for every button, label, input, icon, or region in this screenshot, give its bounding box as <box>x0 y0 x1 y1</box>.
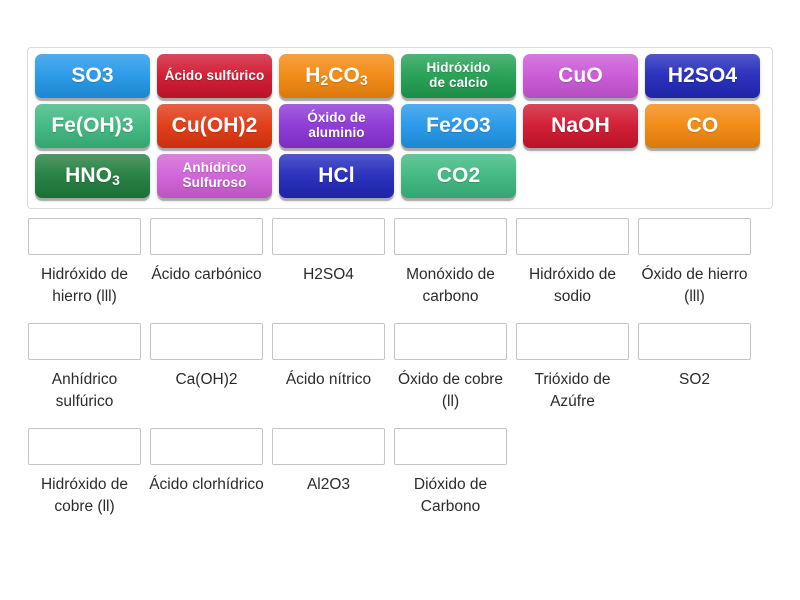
tile-hidroxido-calcio[interactable]: Hidróxido de calcio <box>401 54 516 98</box>
zone-hidroxido-cobre-ii[interactable] <box>28 428 141 465</box>
zone-acido-nitrico-label: Ácido nítrico <box>285 371 372 388</box>
answer-cell: Ácido clorhídrico <box>149 428 264 518</box>
tile-cuoh2-label: Cu(OH)2 <box>171 113 258 137</box>
tile-hidroxido-calcio-label: Hidróxido de calcio <box>426 60 491 90</box>
zone-hidroxido-sodio-label: Hidróxido de sodio <box>528 266 617 305</box>
zone-monoxido-carbono[interactable] <box>394 218 507 255</box>
zone-hidroxido-hierro-iii[interactable] <box>28 218 141 255</box>
zone-oxido-cobre-ii[interactable] <box>394 323 507 360</box>
answer-row: Hidróxido de cobre (ll) Ácido clorhídrico… <box>27 428 773 518</box>
tile-oxido-aluminio-label: Óxido de aluminio <box>307 110 366 140</box>
zone-dioxido-carbono[interactable] <box>394 428 507 465</box>
tile-naoh[interactable]: NaOH <box>523 104 638 148</box>
zone-dioxido-carbono-label: Dióxido de Carbono <box>413 476 488 515</box>
tile-feoh3-label: Fe(OH)3 <box>51 113 134 137</box>
zone-h2so4-label: H2SO4 <box>303 266 354 283</box>
answer-cell: H2SO4 <box>271 218 386 308</box>
answer-cell: Ca(OH)2 <box>149 323 264 413</box>
answer-cell: SO2 <box>637 323 752 413</box>
tile-cuo-label: CuO <box>558 63 603 87</box>
tile-co2[interactable]: CO2 <box>401 154 516 198</box>
zone-so2[interactable] <box>638 323 751 360</box>
tile-h2so4-label: H2SO4 <box>667 63 738 87</box>
zone-acido-nitrico[interactable] <box>272 323 385 360</box>
zone-caoh2[interactable] <box>150 323 263 360</box>
zone-caoh2-label: Ca(OH)2 <box>175 371 238 388</box>
answer-dropzone-area: Hidróxido de hierro (lll) Ácido carbónico… <box>27 218 773 533</box>
tile-fe2o3-label: Fe2O3 <box>426 113 491 137</box>
zone-al2o3-label: Al2O3 <box>306 476 351 493</box>
answer-cell: Al2O3 <box>271 428 386 518</box>
tile-so3-label: SO3 <box>71 63 114 87</box>
tile-so3[interactable]: SO3 <box>35 54 150 98</box>
tile-anhidrico-sulfuroso[interactable]: Anhídrico Sulfuroso <box>157 154 272 198</box>
tile-hno3-label: HNO3 <box>65 163 120 189</box>
zone-hidroxido-sodio[interactable] <box>516 218 629 255</box>
zone-acido-clorhidrico-label: Ácido clorhídrico <box>149 476 264 493</box>
zone-so2-label: SO2 <box>678 371 710 388</box>
tile-feoh3[interactable]: Fe(OH)3 <box>35 104 150 148</box>
zone-acido-carbonico-label: Ácido carbónico <box>151 266 262 283</box>
answer-cell: Hidróxido de sodio <box>515 218 630 308</box>
answer-row: Anhídrico sulfúrico Ca(OH)2 Ácido nítrico Ó… <box>27 323 773 413</box>
tile-h2co3[interactable]: H2CO3 <box>279 54 394 98</box>
tile-h2co3-label: H2CO3 <box>305 63 368 89</box>
answer-cell: Trióxido de Azúfre <box>515 323 630 413</box>
tile-co[interactable]: CO <box>645 104 760 148</box>
zone-anhidrico-sulfurico-label: Anhídrico sulfúrico <box>51 371 118 410</box>
zone-oxido-hierro-iii-label: Óxido de hierro (lll) <box>641 266 748 305</box>
tile-anhidrico-sulfuroso-label: Anhídrico Sulfuroso <box>182 160 247 190</box>
answer-cell: Ácido carbónico <box>149 218 264 308</box>
zone-acido-carbonico[interactable] <box>150 218 263 255</box>
tile-naoh-label: NaOH <box>551 113 610 137</box>
zone-acido-clorhidrico[interactable] <box>150 428 263 465</box>
tile-acido-sulfurico[interactable]: Ácido sulfúrico <box>157 54 272 98</box>
zone-oxido-hierro-iii[interactable] <box>638 218 751 255</box>
zone-monoxido-carbono-label: Monóxido de carbono <box>406 266 495 305</box>
zone-trioxido-azufre-label: Trióxido de Azúfre <box>534 371 611 410</box>
tile-acido-sulfurico-label: Ácido sulfúrico <box>164 67 265 83</box>
answer-cell: Dióxido de Carbono <box>393 428 508 518</box>
zone-h2so4[interactable] <box>272 218 385 255</box>
zone-anhidrico-sulfurico[interactable] <box>28 323 141 360</box>
tile-hno3[interactable]: HNO3 <box>35 154 150 198</box>
tile-cuo[interactable]: CuO <box>523 54 638 98</box>
tile-grid: SO3 Ácido sulfúrico H2CO3 Hidróxido de calci… <box>35 54 767 198</box>
zone-al2o3[interactable] <box>272 428 385 465</box>
tile-cuoh2[interactable]: Cu(OH)2 <box>157 104 272 148</box>
answer-cell: Ácido nítrico <box>271 323 386 413</box>
zone-hidroxido-hierro-iii-label: Hidróxido de hierro (lll) <box>40 266 129 305</box>
tile-hcl[interactable]: HCl <box>279 154 394 198</box>
zone-oxido-cobre-ii-label: Óxido de cobre (ll) <box>397 371 504 410</box>
tile-fe2o3[interactable]: Fe2O3 <box>401 104 516 148</box>
draggable-tiles-tray: SO3 Ácido sulfúrico H2CO3 Hidróxido de calci… <box>27 47 773 209</box>
answer-cell: Óxido de cobre (ll) <box>393 323 508 413</box>
tile-hcl-label: HCl <box>318 163 355 187</box>
answer-row: Hidróxido de hierro (lll) Ácido carbónico… <box>27 218 773 308</box>
tile-h2so4[interactable]: H2SO4 <box>645 54 760 98</box>
tile-co2-label: CO2 <box>436 163 481 187</box>
answer-cell: Monóxido de carbono <box>393 218 508 308</box>
answer-cell: Óxido de hierro (lll) <box>637 218 752 308</box>
answer-cell: Hidróxido de hierro (lll) <box>27 218 142 308</box>
zone-hidroxido-cobre-ii-label: Hidróxido de cobre (ll) <box>40 476 129 515</box>
answer-cell: Hidróxido de cobre (ll) <box>27 428 142 518</box>
zone-trioxido-azufre[interactable] <box>516 323 629 360</box>
tile-oxido-aluminio[interactable]: Óxido de aluminio <box>279 104 394 148</box>
match-up-activity: SO3 Ácido sulfúrico H2CO3 Hidróxido de calci… <box>0 0 800 600</box>
tile-co-label: CO <box>686 113 719 137</box>
answer-cell: Anhídrico sulfúrico <box>27 323 142 413</box>
